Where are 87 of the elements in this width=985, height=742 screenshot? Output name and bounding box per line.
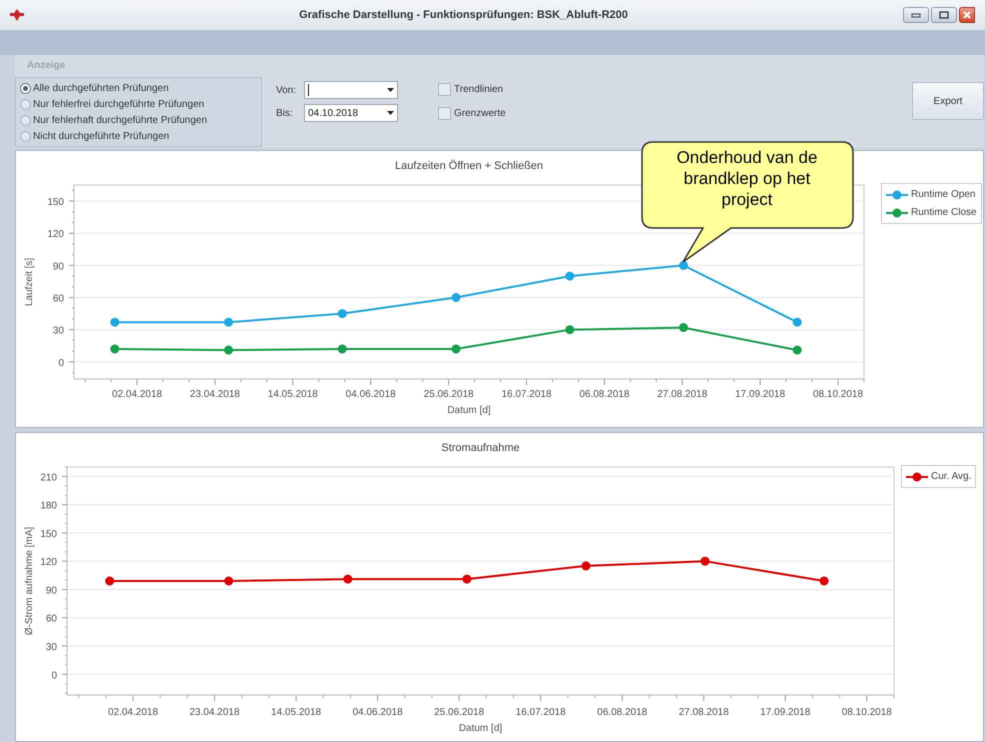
tick-label: 150: [47, 197, 64, 208]
axis-title: Datum [d]: [447, 405, 491, 416]
checkbox-option[interactable]: Grenzwerte: [438, 106, 506, 121]
data-point: [679, 323, 688, 332]
data-point: [792, 318, 802, 327]
data-point: [792, 346, 802, 355]
tick-label: 60: [46, 614, 57, 625]
data-point: [820, 576, 829, 586]
tick-label: 0: [51, 670, 57, 682]
tick-label: 08.10.2018: [842, 707, 892, 718]
legend-label: Runtime Close: [911, 206, 977, 220]
tick-label: 27.08.2018: [657, 389, 708, 400]
callout-text: Onderhoud van de brandklep op het project: [676, 147, 818, 210]
data-point: [452, 344, 461, 354]
axis-title: Datum [d]: [458, 723, 502, 734]
tick-label: 30: [46, 642, 57, 653]
data-point: [110, 344, 120, 354]
data-point: [679, 260, 688, 270]
tick-label: 17.09.2018: [760, 707, 810, 718]
tick-label: 0: [58, 358, 64, 369]
axis-title: Ø-Strom aufnahme [mA]: [24, 526, 35, 636]
tick-label: 210: [40, 472, 57, 484]
tick-label: 16.07.2018: [501, 389, 552, 400]
tick-label: 30: [52, 326, 64, 337]
tick-label: 23.04.2018: [190, 389, 240, 400]
radio-option[interactable]: Nur fehlerhaft durchgeführte Prüfungen: [20, 112, 261, 128]
tick-label: 14.05.2018: [268, 389, 318, 400]
tick-label: 06.08.2018: [579, 389, 630, 400]
date-field[interactable]: [304, 81, 398, 99]
date-field[interactable]: 04.10.2018: [304, 104, 398, 122]
tick-label: 14.05.2018: [271, 707, 322, 718]
field-label: Bis:: [276, 106, 294, 120]
tick-label: 04.06.2018: [352, 707, 403, 718]
maximize-icon: [939, 11, 949, 19]
app-logo-icon: [10, 9, 24, 21]
data-point: [338, 344, 347, 354]
data-point: [565, 325, 574, 334]
tick-label: 02.04.2018: [112, 389, 162, 400]
tick-label: 60: [52, 294, 64, 305]
tick-label: 120: [40, 557, 57, 568]
tick-label: 150: [40, 528, 57, 540]
minimize-icon: [911, 12, 921, 18]
tick-label: 180: [40, 500, 57, 512]
tick-label: 06.08.2018: [597, 707, 648, 718]
data-point: [343, 574, 352, 584]
dropdown-arrow-icon: [387, 111, 394, 115]
data-point: [338, 309, 347, 318]
tick-label: 02.04.2018: [108, 707, 158, 718]
maximize-button[interactable]: [931, 7, 957, 23]
data-point: [700, 556, 710, 566]
legend-label: Runtime Open: [911, 188, 976, 202]
tick-label: 25.06.2018: [424, 389, 474, 400]
data-point: [224, 346, 234, 355]
tick-label: 08.10.2018: [813, 389, 864, 400]
minimize-button[interactable]: [903, 7, 929, 23]
radio-option[interactable]: Alle durchgeführten Prüfungen: [20, 80, 261, 96]
tick-label: 120: [47, 229, 64, 240]
data-point: [224, 576, 234, 586]
data-point: [224, 318, 234, 327]
data-point: [110, 318, 120, 327]
tick-label: 90: [46, 585, 57, 596]
chart-title: Stromaufnahme: [441, 442, 520, 454]
data-point: [452, 293, 461, 302]
radio-option[interactable]: Nicht durchgeführte Prüfungen: [20, 128, 261, 144]
checkbox-option[interactable]: Trendlinien: [438, 82, 506, 97]
close-icon: [963, 11, 971, 19]
data-point: [565, 272, 574, 281]
tick-label: 16.07.2018: [516, 707, 566, 718]
tick-label: 90: [52, 261, 64, 272]
window-title: Grafische Darstellung - Funktionsprüfungen: BSK_Abluft-R200: [298, 8, 629, 23]
tick-label: 17.09.2018: [735, 389, 786, 400]
data-point: [462, 574, 472, 584]
group-label: Anzeige: [27, 58, 66, 72]
data-point: [581, 561, 590, 570]
radio-option[interactable]: Nur fehlerfrei durchgeführte Prüfungen: [20, 96, 261, 112]
axis-title: Laufzeit [s]: [24, 258, 35, 306]
field-label: Von:: [276, 84, 294, 98]
tick-label: 27.08.2018: [678, 707, 729, 718]
chart-title: Laufzeiten Öffnen + Schließen: [394, 160, 544, 172]
data-point: [105, 576, 114, 586]
dropdown-arrow-icon: [387, 88, 394, 92]
close-button[interactable]: [959, 7, 975, 23]
tick-label: 25.06.2018: [434, 707, 484, 718]
tick-label: 04.06.2018: [346, 389, 396, 400]
export-button[interactable]: Export: [912, 82, 984, 120]
tick-label: 23.04.2018: [190, 707, 240, 718]
legend-label: Cur. Avg.: [931, 470, 972, 484]
